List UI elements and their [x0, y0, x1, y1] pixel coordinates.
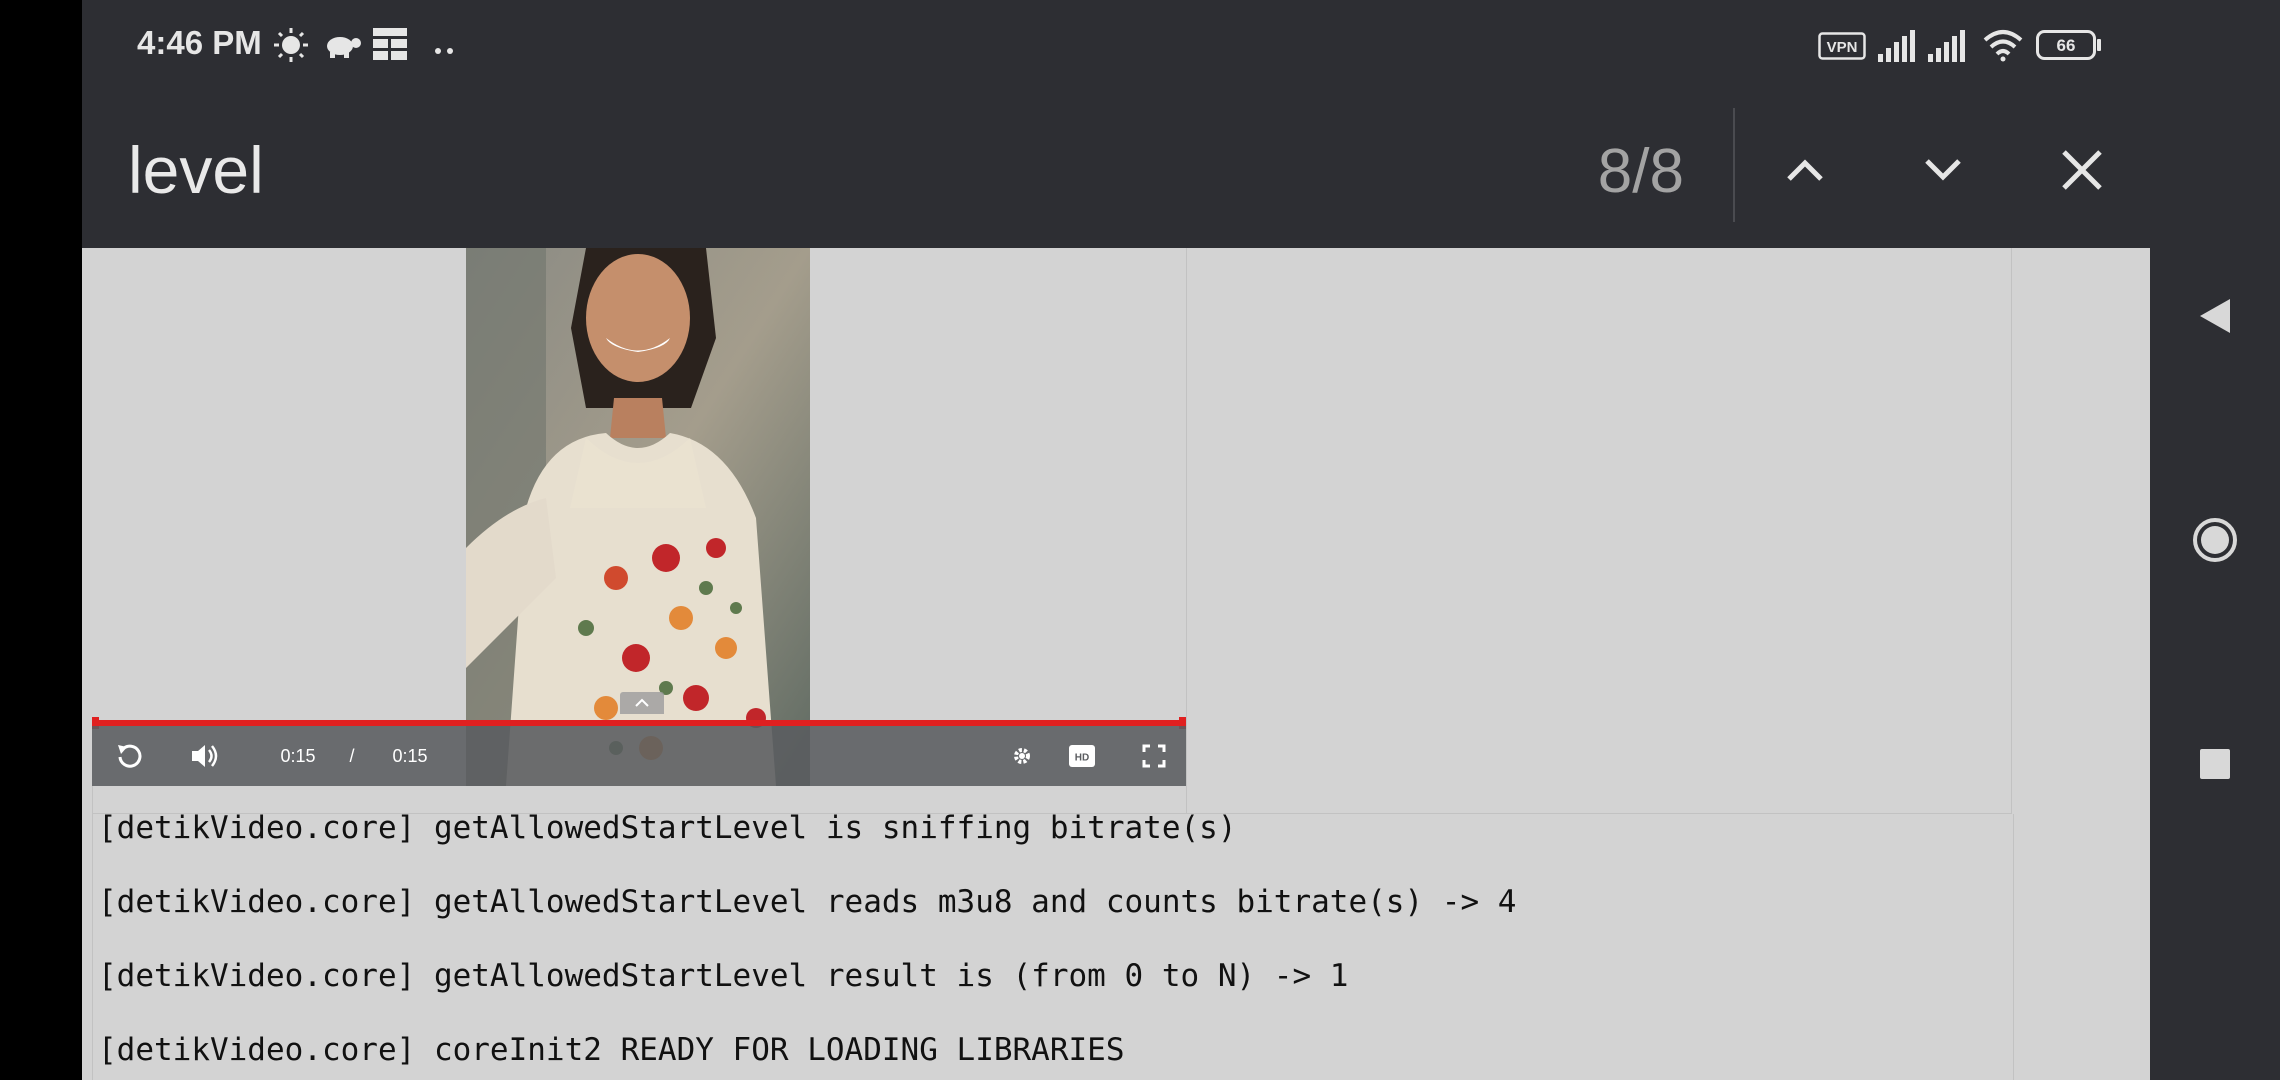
wifi-icon — [1982, 28, 2024, 66]
video-controls-bar: 0:15 / 0:15 HD — [92, 726, 1186, 786]
turtle-icon — [322, 30, 362, 64]
time-separator: / — [349, 745, 355, 766]
volume-button[interactable] — [180, 726, 230, 786]
nav-recents-button[interactable] — [2150, 724, 2280, 804]
log-line: [detikVideo.core] getAllowedStartLevel r… — [98, 958, 1349, 994]
replay-icon — [118, 744, 142, 768]
chevron-up-icon — [1787, 159, 1823, 181]
signal-strength-icon — [1878, 30, 1918, 66]
hd-quality-button[interactable]: HD — [1060, 726, 1104, 786]
log-line: [detikVideo.core] getAllowedStartLevel i… — [98, 810, 1237, 846]
log-line: [detikVideo.core] coreInit2 READY FOR LO… — [98, 1032, 1125, 1068]
current-time: 0:15 — [280, 745, 316, 766]
find-query-input[interactable]: level — [128, 132, 264, 208]
svg-text:66: 66 — [2057, 36, 2076, 55]
more-notifications-icon — [434, 40, 456, 59]
system-navigation-bar — [2150, 0, 2280, 1080]
close-icon — [2062, 150, 2102, 190]
web-page-content[interactable]: 0:15 / 0:15 HD [detikVideo.core] getAllo… — [82, 248, 2150, 1080]
find-in-page-bar: level 8/8 — [82, 92, 2150, 248]
log-cell-right-border — [2013, 814, 2014, 1080]
brightness-icon — [272, 26, 310, 68]
fullscreen-icon — [1142, 744, 1166, 768]
expand-controls-tab[interactable] — [620, 692, 664, 714]
settings-button[interactable] — [1002, 726, 1042, 786]
recents-square-icon — [2200, 749, 2230, 779]
svg-text:HD: HD — [1075, 753, 1089, 764]
chevron-down-icon — [1925, 159, 1961, 181]
back-triangle-icon — [2200, 299, 2230, 333]
find-bar-divider — [1733, 108, 1735, 222]
status-time: 4:46 PM — [137, 24, 262, 61]
find-close-button[interactable] — [2032, 120, 2132, 220]
volume-icon — [192, 745, 218, 767]
duration: 0:15 — [392, 745, 428, 766]
home-circle-icon — [2193, 518, 2237, 562]
gear-icon — [1014, 748, 1030, 764]
status-bar: 4:46 PM VPN 66 — [82, 0, 2150, 92]
signal-strength-icon-2 — [1928, 30, 1968, 66]
fullscreen-button[interactable] — [1132, 726, 1176, 786]
log-line: [detikVideo.core] getAllowedStartLevel r… — [98, 884, 1517, 920]
nav-back-button[interactable] — [2150, 276, 2280, 356]
battery-icon: 66 — [2036, 30, 2102, 64]
replay-button[interactable] — [106, 726, 154, 786]
svg-text:VPN: VPN — [1827, 39, 1858, 56]
table-column-divider — [1186, 248, 1187, 814]
video-player[interactable]: 0:15 / 0:15 HD — [92, 248, 1186, 786]
hd-icon: HD — [1069, 745, 1095, 767]
nav-home-button[interactable] — [2150, 500, 2280, 580]
chevron-up-icon — [635, 698, 649, 707]
grid-app-icon — [372, 26, 408, 66]
vpn-badge: VPN — [1818, 32, 1866, 64]
find-match-count: 8/8 — [1597, 137, 1684, 206]
find-previous-button[interactable] — [1755, 120, 1855, 220]
left-edge — [0, 0, 82, 1080]
find-next-button[interactable] — [1893, 120, 1993, 220]
log-cell-left-border — [92, 814, 93, 1080]
